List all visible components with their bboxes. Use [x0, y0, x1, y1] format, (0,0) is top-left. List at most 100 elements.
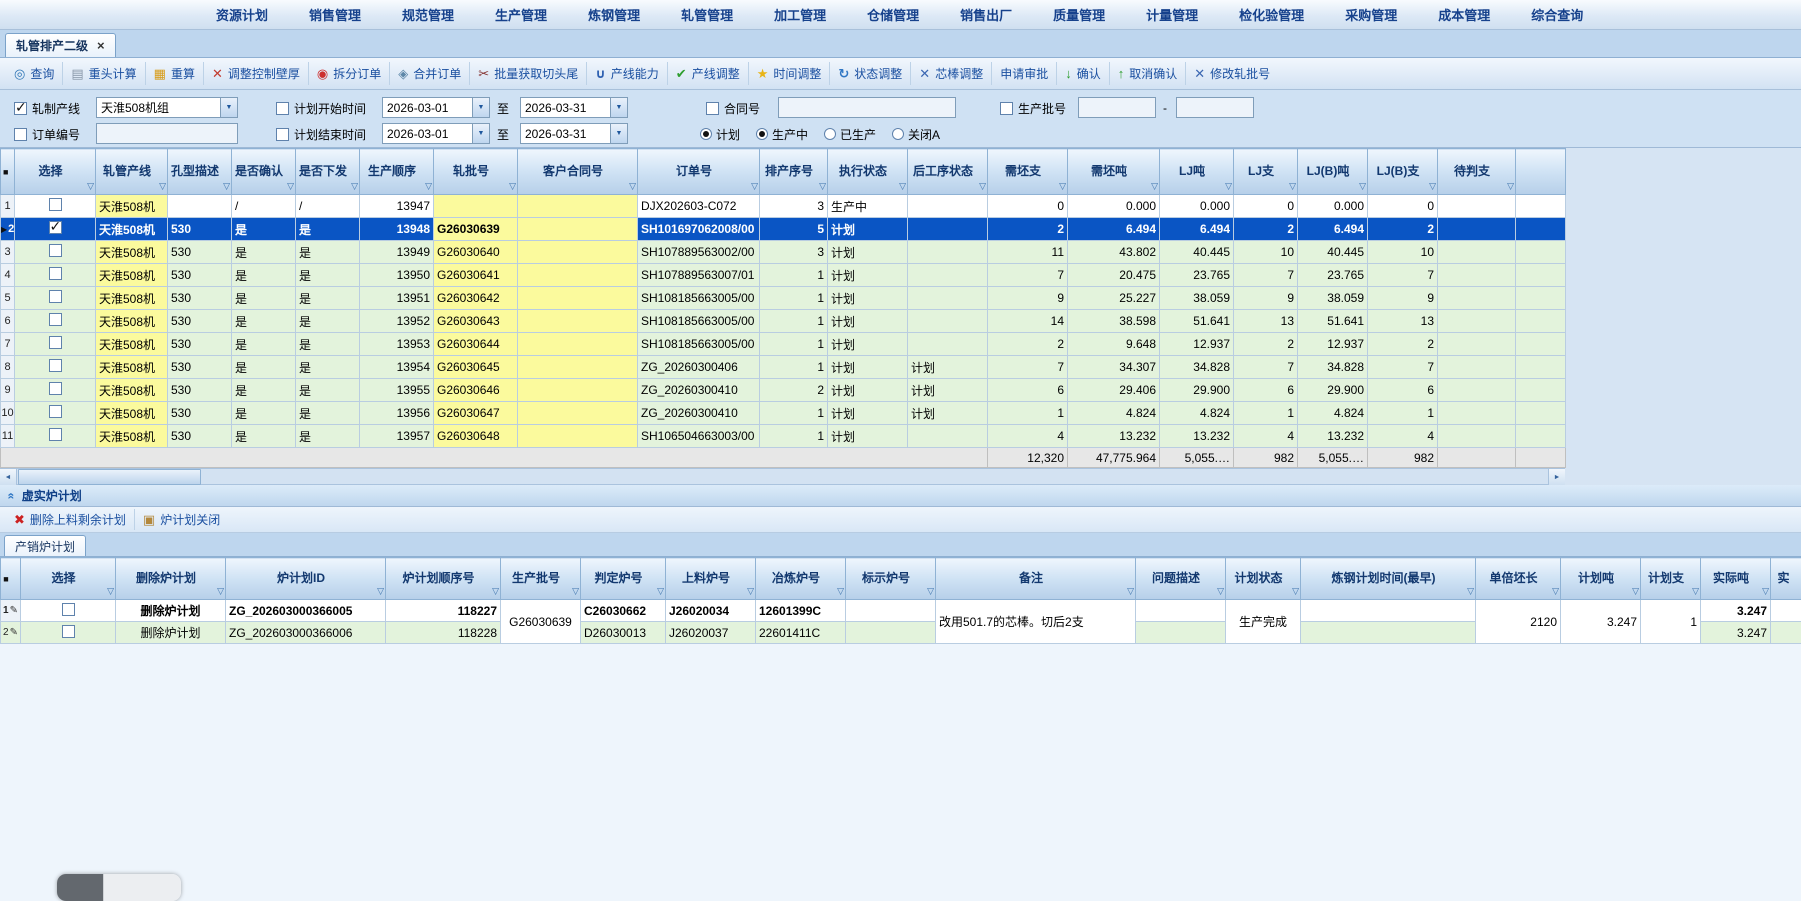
row-select-checkbox[interactable]: [49, 313, 62, 326]
time-adjust-button[interactable]: ★ 时间调整: [748, 62, 830, 85]
adjust-wall-thickness-button[interactable]: ✕ 调整控制壁厚: [203, 62, 308, 85]
production-plan-row[interactable]: 3 天淮508机 530 是 是 13949 G26030640 SH10788…: [1, 241, 1566, 264]
filter-funnel-icon[interactable]: [107, 586, 114, 596]
column-header[interactable]: 实际吨: [1701, 558, 1771, 600]
order-no-input[interactable]: [96, 123, 238, 144]
menu-processing-management[interactable]: 加工管理: [774, 5, 826, 24]
filter-funnel-icon[interactable]: [1292, 586, 1299, 596]
production-batch-from-input[interactable]: [1078, 97, 1156, 118]
production-line-select[interactable]: 天淮508机组: [96, 97, 238, 118]
dropdown-arrow-icon[interactable]: [610, 124, 627, 143]
column-header[interactable]: 轧批号: [434, 149, 518, 195]
column-header[interactable]: LJ支: [1234, 149, 1298, 195]
row-select-checkbox[interactable]: [49, 244, 62, 257]
filter-funnel-icon[interactable]: [927, 586, 934, 596]
column-header[interactable]: 计划支: [1641, 558, 1701, 600]
filter-funnel-icon[interactable]: [751, 181, 758, 191]
select-all-checkbox[interactable]: [3, 571, 8, 585]
production-plan-row[interactable]: 7 天淮508机 530 是 是 13953 G26030644 SH10818…: [1, 333, 1566, 356]
menu-quality-management[interactable]: 质量管理: [1053, 5, 1105, 24]
plan-end-from-date[interactable]: 2026-03-01: [382, 123, 490, 144]
column-header[interactable]: 孔型描述: [168, 149, 232, 195]
menu-production-management[interactable]: 生产管理: [495, 5, 547, 24]
filter-funnel-icon[interactable]: [657, 586, 664, 596]
menu-steelmaking-management[interactable]: 炼钢管理: [588, 5, 640, 24]
filter-funnel-icon[interactable]: [819, 181, 826, 191]
delete-furnace-plan-cell[interactable]: 删除炉计划: [116, 622, 226, 644]
filter-funnel-icon[interactable]: [899, 181, 906, 191]
filter-funnel-icon[interactable]: [1692, 586, 1699, 596]
column-header[interactable]: 判定炉号: [581, 558, 666, 600]
confirm-button[interactable]: ↓ 确认: [1056, 62, 1109, 85]
status-adjust-button[interactable]: ↻ 状态调整: [829, 62, 910, 85]
line-capacity-button[interactable]: ∪ 产线能力: [586, 62, 667, 85]
delete-furnace-plan-cell[interactable]: 删除炉计划: [116, 600, 226, 622]
column-header[interactable]: 客户合同号: [518, 149, 638, 195]
horizontal-scrollbar[interactable]: [0, 468, 1565, 485]
filter-funnel-icon[interactable]: [747, 586, 754, 596]
production-plan-row[interactable]: 2 天淮508机 530 是 是 13948 G26030639 SH10169…: [1, 218, 1566, 241]
plan-end-checkbox[interactable]: [276, 128, 289, 141]
plan-start-checkbox[interactable]: [276, 102, 289, 115]
column-header[interactable]: 炼钢计划时间(最早): [1301, 558, 1476, 600]
modify-roll-batch-button[interactable]: ✕ 修改轧批号: [1185, 62, 1278, 85]
column-header[interactable]: 需坯吨: [1068, 149, 1160, 195]
tab-pipe-rolling-schedule[interactable]: 轧管排产二级 ×: [5, 33, 116, 57]
scroll-left-icon[interactable]: [0, 469, 17, 485]
menu-spec-management[interactable]: 规范管理: [402, 5, 454, 24]
production-batch-to-input[interactable]: [1176, 97, 1254, 118]
corner-header[interactable]: [1, 558, 21, 600]
recalc-from-start-button[interactable]: ▤ 重头计算: [62, 62, 144, 85]
close-tab-icon[interactable]: ×: [97, 38, 105, 53]
corner-header[interactable]: [1, 149, 15, 195]
filter-funnel-icon[interactable]: [1467, 586, 1474, 596]
row-select-checkbox[interactable]: [62, 625, 75, 638]
row-select-checkbox[interactable]: [62, 603, 75, 616]
plan-end-to-date[interactable]: 2026-03-31: [520, 123, 628, 144]
query-button[interactable]: ◎ 查询: [6, 62, 62, 85]
menu-comprehensive-query[interactable]: 综合查询: [1531, 5, 1583, 24]
plan-start-from-date[interactable]: 2026-03-01: [382, 97, 490, 118]
column-header[interactable]: 选择: [21, 558, 116, 600]
filter-funnel-icon[interactable]: [1151, 181, 1158, 191]
production-plan-row[interactable]: 4 天淮508机 530 是 是 13950 G26030641 SH10788…: [1, 264, 1566, 287]
filter-funnel-icon[interactable]: [1225, 181, 1232, 191]
mandrel-adjust-button[interactable]: ✕ 芯棒调整: [910, 62, 991, 85]
column-header[interactable]: 备注: [936, 558, 1136, 600]
menu-sales-management[interactable]: 销售管理: [309, 5, 361, 24]
filter-funnel-icon[interactable]: [377, 586, 384, 596]
production-plan-row[interactable]: 8 天淮508机 530 是 是 13954 G26030645 ZG_2026…: [1, 356, 1566, 379]
split-order-button[interactable]: ◉ 拆分订单: [308, 62, 389, 85]
filter-funnel-icon[interactable]: [425, 181, 432, 191]
column-header[interactable]: 冶炼炉号: [756, 558, 846, 600]
column-header[interactable]: [1516, 149, 1566, 195]
filter-funnel-icon[interactable]: [223, 181, 230, 191]
recalc-button[interactable]: ▦ 重算: [145, 62, 203, 85]
column-header[interactable]: 后工序状态: [908, 149, 988, 195]
row-select-checkbox[interactable]: [49, 359, 62, 372]
column-header[interactable]: 炉计划ID: [226, 558, 386, 600]
filter-funnel-icon[interactable]: [1289, 181, 1296, 191]
filter-funnel-icon[interactable]: [217, 586, 224, 596]
production-plan-row[interactable]: 10 天淮508机 530 是 是 13956 G26030647 ZG_202…: [1, 402, 1566, 425]
row-select-checkbox[interactable]: [49, 428, 62, 441]
order-no-checkbox[interactable]: [14, 128, 27, 141]
column-header[interactable]: 是否下发: [296, 149, 360, 195]
dropdown-arrow-icon[interactable]: [472, 124, 489, 143]
production-plan-row[interactable]: 1 天淮508机 / / 13947 DJX202603-C072 3 生产中: [1, 195, 1566, 218]
menu-inspection-management[interactable]: 检化验管理: [1239, 5, 1304, 24]
column-header[interactable]: 实: [1771, 558, 1801, 600]
column-header[interactable]: 问题描述: [1136, 558, 1226, 600]
collapse-section-icon[interactable]: [4, 492, 18, 499]
status-radio[interactable]: 已生产: [824, 126, 876, 143]
filter-funnel-icon[interactable]: [351, 181, 358, 191]
column-header[interactable]: 标示炉号: [846, 558, 936, 600]
menu-sales-shipment[interactable]: 销售出厂: [960, 5, 1012, 24]
furnace-plan-close-button[interactable]: ▣ 炉计划关闭: [134, 509, 228, 530]
filter-funnel-icon[interactable]: [87, 181, 94, 191]
menu-measurement-management[interactable]: 计量管理: [1146, 5, 1198, 24]
filter-funnel-icon[interactable]: [1127, 586, 1134, 596]
column-header[interactable]: LJ(B)支: [1368, 149, 1438, 195]
column-header[interactable]: 执行状态: [828, 149, 908, 195]
column-header[interactable]: 炉计划顺序号: [386, 558, 501, 600]
